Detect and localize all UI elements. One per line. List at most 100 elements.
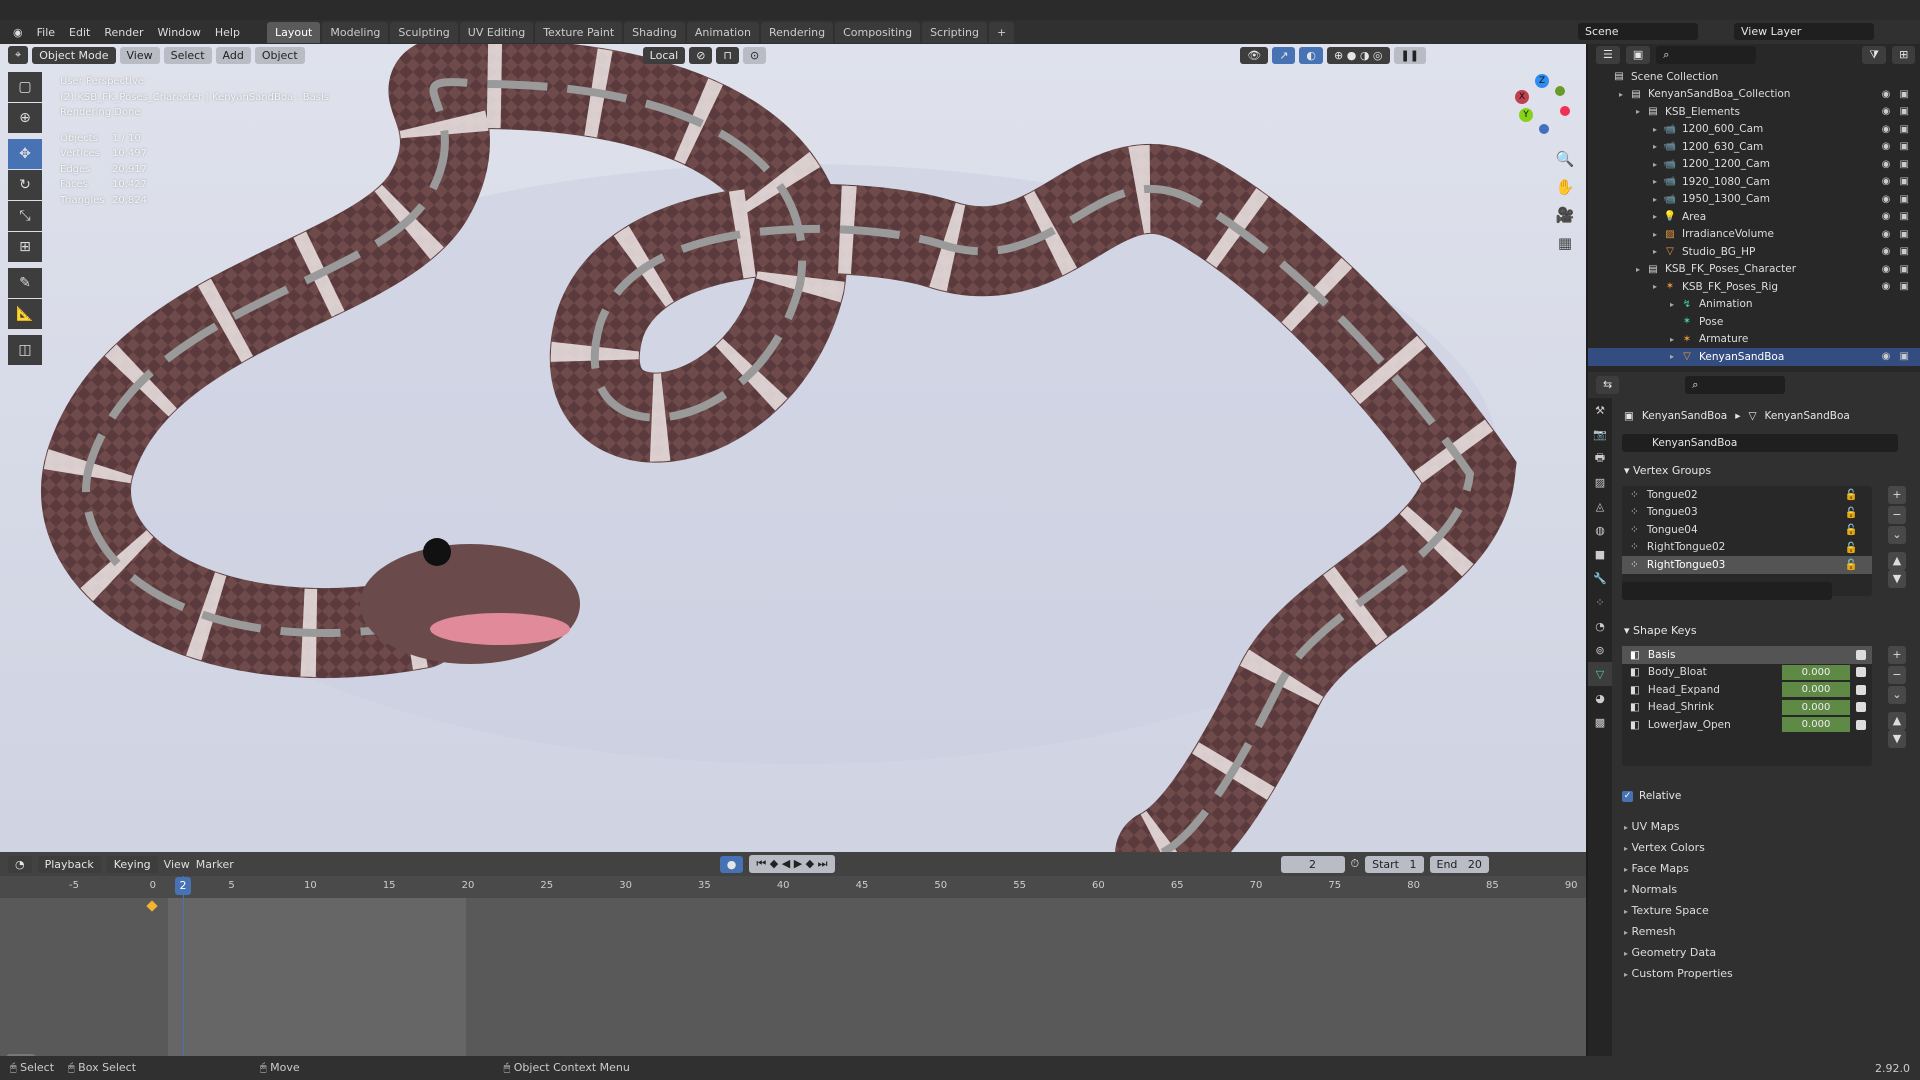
expand-arrow-icon[interactable]: ▸	[1653, 125, 1663, 134]
visibility-toggles[interactable]: ◉ ▣	[1882, 229, 1912, 240]
frame-ruler[interactable]: -5 0 5 10 15 20 25 30 35 40 45 50 55 60 65 70 75 80 85 90	[0, 876, 1586, 898]
outliner-row[interactable]: ✶ Pose	[1588, 313, 1920, 331]
vertex-group-item[interactable]: ⁘ Tongue03 🔓	[1622, 504, 1872, 522]
panel-header[interactable]: ▸ Texture Space	[1624, 904, 1709, 917]
visibility-toggles[interactable]: ◉ ▣	[1882, 194, 1912, 205]
grid-ortho-icon[interactable]: ▦	[1552, 230, 1578, 256]
expand-arrow-icon[interactable]: ▸	[1653, 230, 1663, 239]
timeline-view-menu[interactable]: View	[164, 858, 190, 871]
visibility-icon[interactable]: 👁	[1240, 46, 1269, 64]
expand-arrow-icon[interactable]: ▸	[1636, 265, 1646, 274]
3d-viewport[interactable]: ⌖ Object Mode View Select Add Object Loc…	[0, 44, 1586, 852]
pivot-icon[interactable]: ⊘	[689, 46, 713, 64]
shape-key-mute-checkbox[interactable]	[1856, 702, 1866, 713]
world-tab-icon[interactable]: ◍	[1588, 518, 1612, 542]
shape-keys-header[interactable]: ▾ Shape Keys	[1624, 624, 1697, 637]
vertex-group-item[interactable]: ⁘ Tongue04 🔓	[1622, 521, 1872, 539]
vertex-group-item[interactable]: ⁘ RightTongue02 🔓	[1622, 539, 1872, 557]
expand-arrow-icon[interactable]: ▸	[1653, 195, 1663, 204]
add-shape-key-button[interactable]: +	[1888, 646, 1906, 664]
particles-tab-icon[interactable]: ⁘	[1588, 590, 1612, 614]
vertex-groups-header[interactable]: ▾ Vertex Groups	[1624, 464, 1711, 477]
constraints-tab-icon[interactable]: ⊚	[1588, 638, 1612, 662]
tool-tab-icon[interactable]: ⚒	[1588, 398, 1612, 422]
vertex-group-filter-input[interactable]	[1622, 581, 1832, 600]
navigation-gizmo[interactable]: Z X Y	[1505, 74, 1575, 144]
new-collection-icon[interactable]: ⊞	[1892, 46, 1916, 64]
shape-key-mute-checkbox[interactable]	[1856, 649, 1866, 660]
expand-arrow-icon[interactable]: ▸	[1653, 212, 1663, 221]
modifier-tab-icon[interactable]: 🔧	[1588, 566, 1612, 590]
panel-header[interactable]: ▸ Geometry Data	[1624, 946, 1716, 959]
end-frame-field[interactable]: End 20	[1429, 855, 1489, 873]
outliner-row[interactable]: ▸ 📹 1200_630_Cam ◉ ▣	[1588, 138, 1920, 156]
visibility-toggles[interactable]: ◉ ▣	[1882, 246, 1912, 257]
menu-view[interactable]: View	[119, 46, 160, 64]
overlay-toggle-icon[interactable]: ◐	[1299, 46, 1324, 64]
display-mode-icon[interactable]: ☰	[1596, 46, 1620, 64]
scene-tab-icon[interactable]: ◬	[1588, 494, 1612, 518]
expand-arrow-icon[interactable]: ▸	[1653, 177, 1663, 186]
timeline-marker-menu[interactable]: Marker	[196, 858, 234, 871]
keying-menu[interactable]: Keying	[106, 855, 158, 873]
output-tab-icon[interactable]: 🖶	[1588, 446, 1612, 470]
panel-header[interactable]: ▸ UV Maps	[1624, 820, 1680, 833]
lock-icon[interactable]: 🔓	[1845, 523, 1858, 536]
timeline-editor[interactable]: ◔ Playback Keying View Marker ● ⏮ ◆ ◀ ▶ …	[0, 852, 1586, 1062]
visibility-toggles[interactable]: ◉ ▣	[1882, 159, 1912, 170]
outliner-row[interactable]: ▸ ✶ Armature	[1588, 331, 1920, 349]
measure-tool-icon[interactable]: 📐	[8, 299, 42, 329]
panel-header[interactable]: ▸ Normals	[1624, 883, 1677, 896]
menu-file[interactable]: File	[30, 26, 62, 39]
vertex-groups-list[interactable]: ⁘ Tongue02 🔓 ⁘ Tongue03 🔓 ⁘ Tongue04 🔓 ⁘ RightTong…	[1622, 486, 1872, 600]
outliner-search-input[interactable]: ⌕	[1656, 46, 1757, 64]
shape-key-item[interactable]: ◧ Basis	[1622, 646, 1872, 664]
render-tab-icon[interactable]: 📷	[1588, 422, 1612, 446]
menu-object[interactable]: Object	[254, 46, 305, 64]
shape-key-move-up-button[interactable]: ▲	[1888, 712, 1906, 730]
move-tool-icon[interactable]: ✥	[8, 139, 42, 169]
visibility-toggles[interactable]: ◉ ▣	[1882, 281, 1912, 292]
relative-checkbox[interactable]: ✓ Relative	[1622, 790, 1681, 802]
scene-field[interactable]: Scene	[1578, 23, 1698, 40]
expand-arrow-icon[interactable]: ▸	[1653, 247, 1663, 256]
expand-arrow-icon[interactable]: ▸	[1670, 300, 1680, 309]
lock-icon[interactable]: 🔓	[1845, 541, 1858, 554]
shape-key-item[interactable]: ◧ LowerJaw_Open 0.000	[1622, 716, 1872, 734]
remove-vertex-group-button[interactable]: −	[1888, 506, 1906, 524]
shape-key-value[interactable]: 0.000	[1782, 682, 1850, 698]
rotate-tool-icon[interactable]: ↻	[8, 170, 42, 200]
playhead[interactable]	[183, 876, 184, 1056]
gizmo-toggle-icon[interactable]: ↗	[1272, 46, 1296, 64]
tab-modeling[interactable]: Modeling	[322, 21, 389, 43]
camera-view-icon[interactable]: 🎥	[1552, 202, 1578, 228]
panel-header[interactable]: ▸ Remesh	[1624, 925, 1676, 938]
object-tab-icon[interactable]: ■	[1588, 542, 1612, 566]
material-tab-icon[interactable]: ◕	[1588, 686, 1612, 710]
data-tab-icon[interactable]: ▽	[1588, 662, 1612, 686]
shape-key-move-down-button[interactable]: ▼	[1888, 730, 1906, 748]
panel-header[interactable]: ▸ Face Maps	[1624, 862, 1689, 875]
add-workspace-button[interactable]: +	[989, 21, 1015, 43]
tab-sculpting[interactable]: Sculpting	[390, 21, 458, 43]
visibility-toggles[interactable]: ◉ ▣	[1882, 141, 1912, 152]
shape-key-value[interactable]: 0.000	[1782, 717, 1850, 733]
menu-render[interactable]: Render	[97, 26, 150, 39]
expand-arrow-icon[interactable]: ▸	[1653, 282, 1663, 291]
mesh-name-field[interactable]: KenyanSandBoa	[1622, 434, 1898, 452]
expand-arrow-icon[interactable]: ▸	[1670, 335, 1680, 344]
gizmo-x-axis[interactable]: X	[1515, 90, 1529, 104]
tab-shading[interactable]: Shading	[624, 21, 685, 43]
cursor-tool-icon[interactable]: ⊕	[8, 103, 42, 133]
outliner-row[interactable]: ▤ Scene Collection	[1588, 68, 1920, 86]
pan-hand-icon[interactable]: ✋	[1552, 174, 1578, 200]
gizmo-y-axis[interactable]: Y	[1519, 108, 1533, 122]
vertex-group-item[interactable]: ⁘ RightTongue03 🔓	[1622, 556, 1872, 574]
tab-animation[interactable]: Animation	[686, 21, 759, 43]
outliner-row[interactable]: ▸ ▽ Studio_BG_HP ◉ ▣	[1588, 243, 1920, 261]
playback-menu[interactable]: Playback	[37, 855, 101, 873]
proportional-edit-icon[interactable]: ⊙	[743, 46, 767, 64]
outliner-row[interactable]: ▸ ▨ IrradianceVolume ◉ ▣	[1588, 226, 1920, 244]
properties-search-input[interactable]: ⌕	[1685, 376, 1786, 394]
outliner-row[interactable]: ▸ 📹 1920_1080_Cam ◉ ▣	[1588, 173, 1920, 191]
